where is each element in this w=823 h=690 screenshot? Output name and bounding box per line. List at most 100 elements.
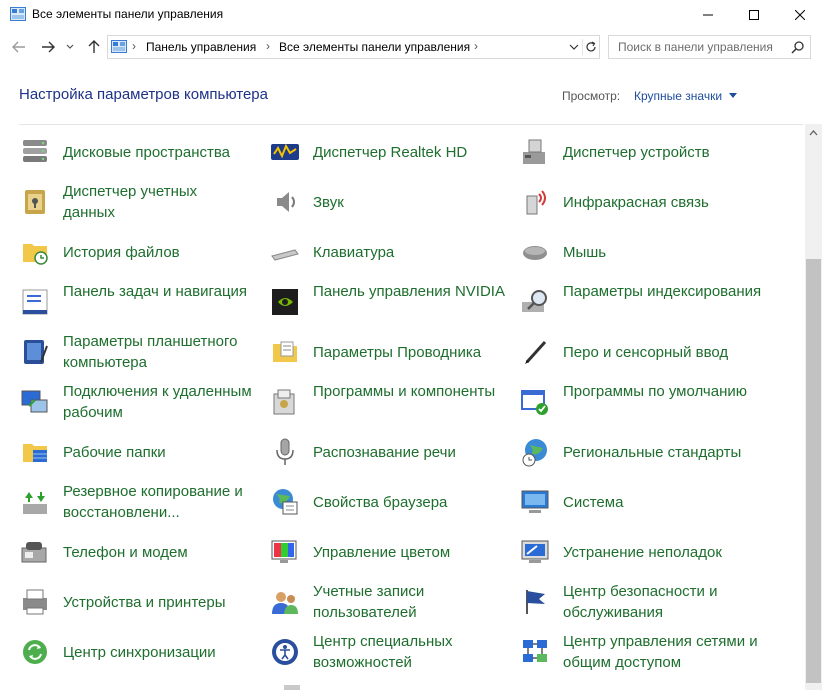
minimize-button[interactable] <box>685 0 731 30</box>
control-panel-item[interactable]: Учетные записи пользователей <box>269 577 509 627</box>
control-panel-item[interactable]: Параметры индексирования <box>519 277 761 327</box>
control-panel-item-label[interactable]: Диспетчер Realtek HD <box>313 142 513 163</box>
control-panel-item[interactable]: Резервное копирование и восстановлени... <box>19 477 259 527</box>
indexing-icon <box>522 290 547 312</box>
control-panel-item[interactable]: Дисковые пространства <box>19 127 259 177</box>
control-panel-item-label[interactable]: Телефон и модем <box>63 542 263 563</box>
color-management-icon <box>271 540 297 563</box>
control-panel-item[interactable]: Рабочие папки <box>19 427 259 477</box>
control-panel-item[interactable]: Система <box>519 477 759 527</box>
control-panel-item-label[interactable]: Мышь <box>563 242 763 263</box>
credential-manager-icon <box>25 190 45 214</box>
vertical-scrollbar[interactable] <box>805 124 822 690</box>
control-panel-item-label[interactable]: Центр специальных возможностей <box>313 631 513 673</box>
breadcrumb-control-panel[interactable]: Панель управления <box>146 40 256 54</box>
control-panel-item[interactable]: Панель задач и навигация <box>19 277 259 327</box>
control-panel-item-label[interactable]: Резервное копирование и восстановлени... <box>63 481 263 523</box>
ease-of-access-icon <box>272 639 298 665</box>
control-panel-item-label[interactable]: Панель управления NVIDIA <box>313 281 513 302</box>
control-panel-item-label[interactable]: Звук <box>313 192 513 213</box>
control-panel-item[interactable]: Центр специальных возможностей <box>269 627 509 677</box>
control-panel-item[interactable]: Центр управления сетями и общим доступом <box>519 627 759 677</box>
control-panel-item[interactable]: Программы и компоненты <box>269 377 509 427</box>
chevron-down-icon[interactable] <box>729 93 737 98</box>
control-panel-item-label[interactable]: Инфракрасная связь <box>563 192 763 213</box>
control-panel-item-label[interactable]: Программы по умолчанию <box>563 381 763 402</box>
control-panel-item-label[interactable]: Устройства и принтеры <box>63 592 263 613</box>
maximize-button[interactable] <box>731 0 777 30</box>
control-panel-item[interactable]: Мышь <box>519 227 759 277</box>
control-panel-item-label[interactable]: Устранение неполадок <box>563 542 763 563</box>
control-panel-item-label[interactable]: Управление цветом <box>313 542 513 563</box>
view-by-dropdown[interactable]: Крупные значки <box>634 89 722 103</box>
forward-button[interactable] <box>37 36 59 58</box>
troubleshooting-icon <box>521 540 549 563</box>
pen-icon <box>525 340 547 364</box>
up-button[interactable] <box>83 36 105 58</box>
keyboard-icon <box>271 249 299 261</box>
control-panel-item[interactable]: Телефон и модем <box>19 527 259 577</box>
programs-icon <box>273 389 295 415</box>
control-panel-item[interactable]: Распознавание речи <box>269 427 509 477</box>
control-panel-item-label[interactable]: Диспетчер учетных данных <box>63 181 253 223</box>
control-panel-item-label[interactable]: Центр управления сетями и общим доступом <box>563 631 763 673</box>
control-panel-item-label[interactable]: История файлов <box>63 242 263 263</box>
control-panel-item-label[interactable]: Панель задач и навигация <box>63 281 263 302</box>
control-panel-item[interactable]: Клавиатура <box>269 227 509 277</box>
control-panel-item[interactable]: Звук <box>269 177 509 227</box>
breadcrumb-separator[interactable]: › <box>474 39 478 53</box>
control-panel-items: Дисковые пространства Диспетчер Realtek H… <box>0 127 805 690</box>
control-panel-item[interactable]: Подключения к удаленным рабочим <box>19 377 259 427</box>
control-panel-item-label[interactable]: Распознавание речи <box>313 442 513 463</box>
scroll-thumb[interactable] <box>806 259 821 683</box>
control-panel-item-label[interactable]: Параметры Проводника <box>313 342 513 363</box>
control-panel-item-label[interactable]: Программы и компоненты <box>313 381 513 402</box>
control-panel-item[interactable]: Панель управления NVIDIA <box>269 277 509 327</box>
arrow-up-icon <box>88 40 100 53</box>
control-panel-item[interactable]: Свойства браузера <box>269 477 509 527</box>
control-panel-item[interactable]: Центр синхронизации <box>19 627 259 677</box>
chevron-down-icon[interactable] <box>568 39 580 55</box>
control-panel-item[interactable]: Управление цветом <box>269 527 509 577</box>
back-button[interactable] <box>8 36 30 58</box>
control-panel-item[interactable]: Региональные стандарты <box>519 427 759 477</box>
control-panel-item-label[interactable]: Свойства браузера <box>313 492 513 513</box>
control-panel-item-label[interactable]: Дисковые пространства <box>63 142 263 163</box>
breadcrumb-separator[interactable]: › <box>266 39 270 53</box>
breadcrumb-all-items[interactable]: Все элементы панели управления <box>279 40 470 54</box>
recent-locations-button[interactable] <box>63 36 77 58</box>
control-panel-item-label[interactable]: Региональные стандарты <box>563 442 763 463</box>
control-panel-item-label[interactable]: Параметры планшетного компьютера <box>63 331 253 373</box>
control-panel-item[interactable]: Параметры планшетного компьютера <box>19 327 259 377</box>
control-panel-item-label[interactable]: Рабочие папки <box>63 442 263 463</box>
control-panel-item[interactable]: Диспетчер учетных данных <box>19 177 259 227</box>
refresh-button[interactable] <box>582 39 599 55</box>
control-panel-item[interactable]: Инфракрасная связь <box>519 177 759 227</box>
control-panel-item-label[interactable]: Центр синхронизации <box>63 642 263 663</box>
scroll-up-button[interactable] <box>805 124 822 141</box>
address-bar[interactable]: › Панель управления › Все элементы панел… <box>107 35 600 59</box>
control-panel-item-label[interactable]: Диспетчер устройств <box>563 142 763 163</box>
control-panel-item-label[interactable]: Система <box>563 492 763 513</box>
control-panel-item[interactable]: Программы по умолчанию <box>519 377 759 427</box>
control-panel-item-label[interactable]: Клавиатура <box>313 242 513 263</box>
search-icon[interactable] <box>791 40 805 54</box>
control-panel-item[interactable]: Диспетчер устройств <box>519 127 759 177</box>
search-input[interactable]: Поиск в панели управления <box>608 35 811 59</box>
control-panel-item[interactable]: История файлов <box>19 227 259 277</box>
breadcrumb-separator[interactable]: › <box>132 39 136 53</box>
control-panel-item[interactable]: Перо и сенсорный ввод <box>519 327 759 377</box>
control-panel-item-label[interactable]: Подключения к удаленным рабочим <box>63 381 253 423</box>
close-button[interactable] <box>777 0 823 30</box>
system-icon <box>521 490 549 513</box>
control-panel-item[interactable]: Диспетчер Realtek HD <box>269 127 509 177</box>
control-panel-item[interactable]: Устранение неполадок <box>519 527 759 577</box>
control-panel-item[interactable]: Устройства и принтеры <box>19 577 259 627</box>
control-panel-item-label[interactable]: Учетные записи пользователей <box>313 581 425 623</box>
control-panel-item-label[interactable]: Параметры индексирования <box>563 281 763 302</box>
control-panel-item[interactable]: Параметры Проводника <box>269 327 509 377</box>
control-panel-item-label[interactable]: Центр безопасности и обслуживания <box>563 581 763 623</box>
control-panel-item-label[interactable]: Перо и сенсорный ввод <box>563 342 763 363</box>
control-panel-item[interactable]: Центр безопасности и обслуживания <box>519 577 759 627</box>
refresh-icon <box>586 41 596 52</box>
